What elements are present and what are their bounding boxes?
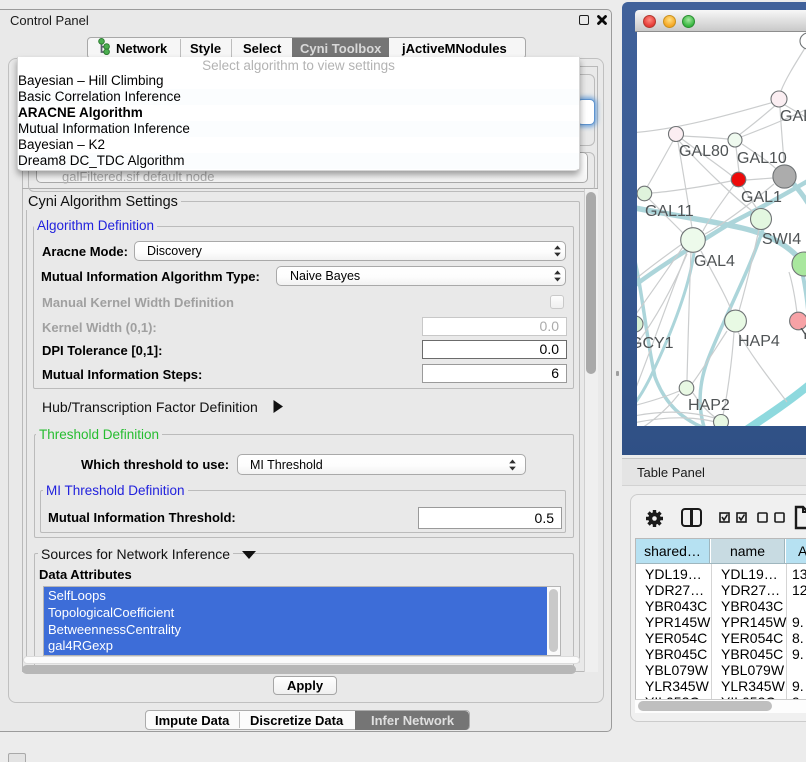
svg-text:GAL4: GAL4 xyxy=(694,253,735,270)
svg-text:GAL11: GAL11 xyxy=(645,203,694,220)
svg-text:HAP4: HAP4 xyxy=(738,333,780,350)
svg-text:Y: Y xyxy=(800,326,806,343)
svg-text:GAL1: GAL1 xyxy=(741,189,782,206)
svg-text:SWI4: SWI4 xyxy=(762,231,801,248)
svg-text:GAL10: GAL10 xyxy=(737,150,787,167)
svg-text:GCY1: GCY1 xyxy=(637,335,674,352)
svg-text:GAL80: GAL80 xyxy=(679,143,729,160)
svg-text:GAL7: GAL7 xyxy=(780,108,806,125)
svg-text:HAP2: HAP2 xyxy=(688,397,730,414)
